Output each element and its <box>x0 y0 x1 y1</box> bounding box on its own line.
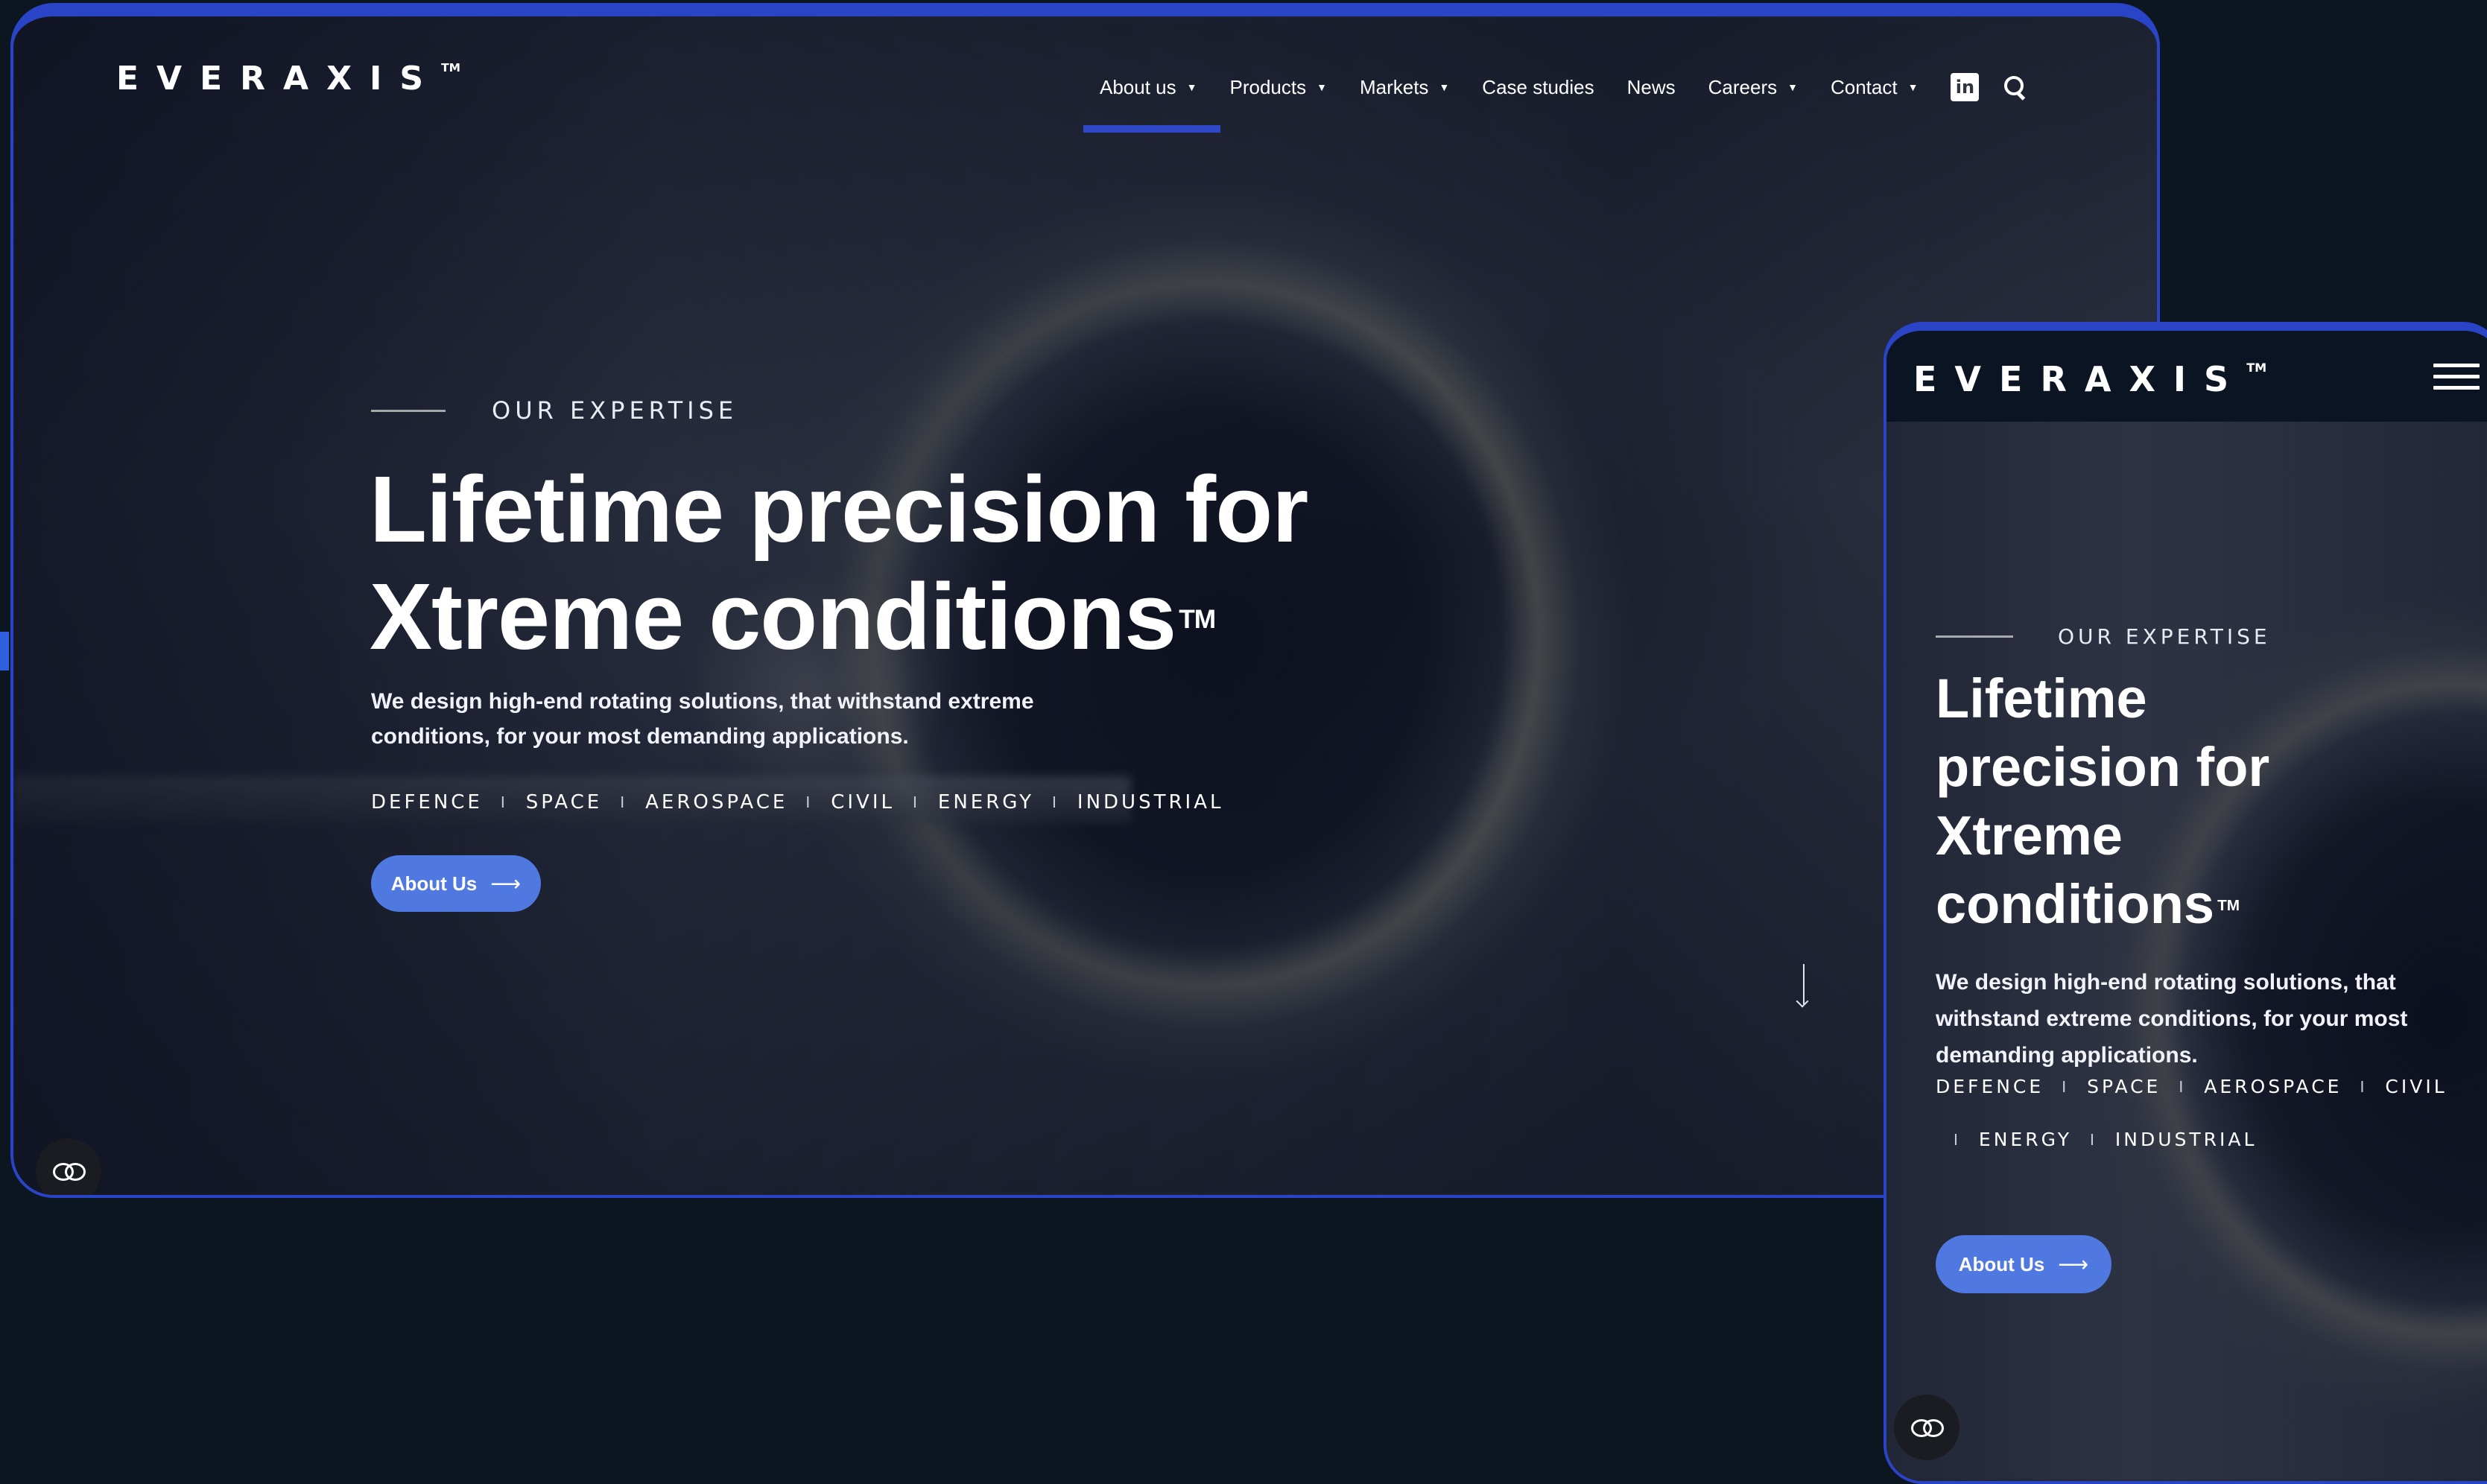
chevron-down-icon: ▼ <box>1907 81 1919 93</box>
hero-description: We design high-end rotating solutions, t… <box>1936 970 2408 1068</box>
accessibility-loop-icon <box>1910 1419 1944 1437</box>
market-separator: I <box>2179 1077 2187 1096</box>
hero-eyebrow: OUR EXPERTISE <box>1936 624 2271 649</box>
market-separator: I <box>2360 1077 2368 1096</box>
market-aerospace: AEROSPACE <box>2204 1076 2342 1097</box>
brand-logo[interactable]: EVERAXISTM <box>1913 359 2266 399</box>
chevron-down-icon: ▼ <box>1439 81 1450 93</box>
eyebrow-line <box>1936 635 2013 638</box>
market-defence: DEFENCE <box>371 791 483 814</box>
market-industrial: INDUSTRIAL <box>2114 1129 2258 1150</box>
main-nav: About us ▼ Products ▼ Markets ▼ Case studie… <box>1100 73 2028 101</box>
hamburger-menu-icon[interactable] <box>2433 364 2480 393</box>
about-us-button[interactable]: About Us ⟶ <box>371 855 541 912</box>
nav-item-contact[interactable]: Contact ▼ <box>1831 76 1918 99</box>
market-space: SPACE <box>2087 1076 2161 1097</box>
chevron-down-icon: ▼ <box>1186 81 1197 93</box>
about-us-button[interactable]: About Us ⟶ <box>1936 1235 2111 1293</box>
market-civil: CIVIL <box>831 791 895 814</box>
nav-item-news[interactable]: News <box>1627 76 1676 99</box>
eyebrow-line <box>371 409 446 412</box>
nav-item-case-studies[interactable]: Case studies <box>1482 76 1594 99</box>
hero-headline: Lifetime precision for Xtreme conditions T… <box>370 457 1308 669</box>
markets-list: DEFENCE I SPACE I AEROSPACE I CIVIL I EN… <box>371 791 1223 814</box>
market-separator: I <box>805 793 814 811</box>
arrow-right-icon: ⟶ <box>490 872 522 896</box>
scroll-down-arrow-icon[interactable] <box>1802 964 1806 1006</box>
nav-item-careers[interactable]: Careers ▼ <box>1708 76 1798 99</box>
hero-eyebrow: OUR EXPERTISE <box>371 396 738 425</box>
desktop-preview: EVERAXISTM About us ▼ Products ▼ Markets ▼ … <box>10 3 2160 1198</box>
accessibility-button[interactable] <box>1894 1395 1959 1460</box>
market-separator: I <box>1052 793 1059 811</box>
nav-item-about-us[interactable]: About us ▼ <box>1100 76 1197 99</box>
market-energy: ENERGY <box>1978 1129 2072 1150</box>
market-separator: I <box>1954 1130 1961 1149</box>
chevron-down-icon: ▼ <box>1317 81 1327 93</box>
arrow-right-icon: ⟶ <box>2058 1252 2089 1277</box>
hero-headline: Lifetime precision for Xtreme conditions TM <box>1936 668 2270 935</box>
hero-description: We design high-end rotating solutions, t… <box>371 689 1034 749</box>
market-separator: I <box>500 793 508 811</box>
brand-logo[interactable]: EVERAXISTM <box>116 60 460 98</box>
mobile-preview: EVERAXISTM OUR EXPERTISE Lifetime precisi… <box>1884 322 2487 1484</box>
accessibility-button[interactable] <box>36 1138 101 1195</box>
linkedin-icon[interactable]: in <box>1951 73 1980 101</box>
nav-active-indicator <box>1083 125 1220 133</box>
market-separator: I <box>2089 1130 2097 1149</box>
chevron-down-icon: ▼ <box>1787 81 1798 93</box>
markets-list: DEFENCE I SPACE I AEROSPACE I CIVIL I EN… <box>1936 1076 2472 1150</box>
market-separator: I <box>620 793 628 811</box>
nav-item-products[interactable]: Products ▼ <box>1230 76 1327 99</box>
market-defence: DEFENCE <box>1936 1076 2044 1097</box>
market-separator: I <box>912 793 920 811</box>
market-aerospace: AEROSPACE <box>645 791 788 814</box>
market-civil: CIVIL <box>2385 1076 2448 1097</box>
market-energy: ENERGY <box>937 791 1034 814</box>
market-separator: I <box>2062 1077 2070 1096</box>
market-space: SPACE <box>525 791 603 814</box>
market-industrial: INDUSTRIAL <box>1077 791 1224 814</box>
nav-item-markets[interactable]: Markets ▼ <box>1360 76 1449 99</box>
accessibility-loop-icon <box>51 1163 86 1181</box>
search-icon[interactable] <box>2003 74 2028 100</box>
side-feedback-tab[interactable] <box>0 632 9 670</box>
